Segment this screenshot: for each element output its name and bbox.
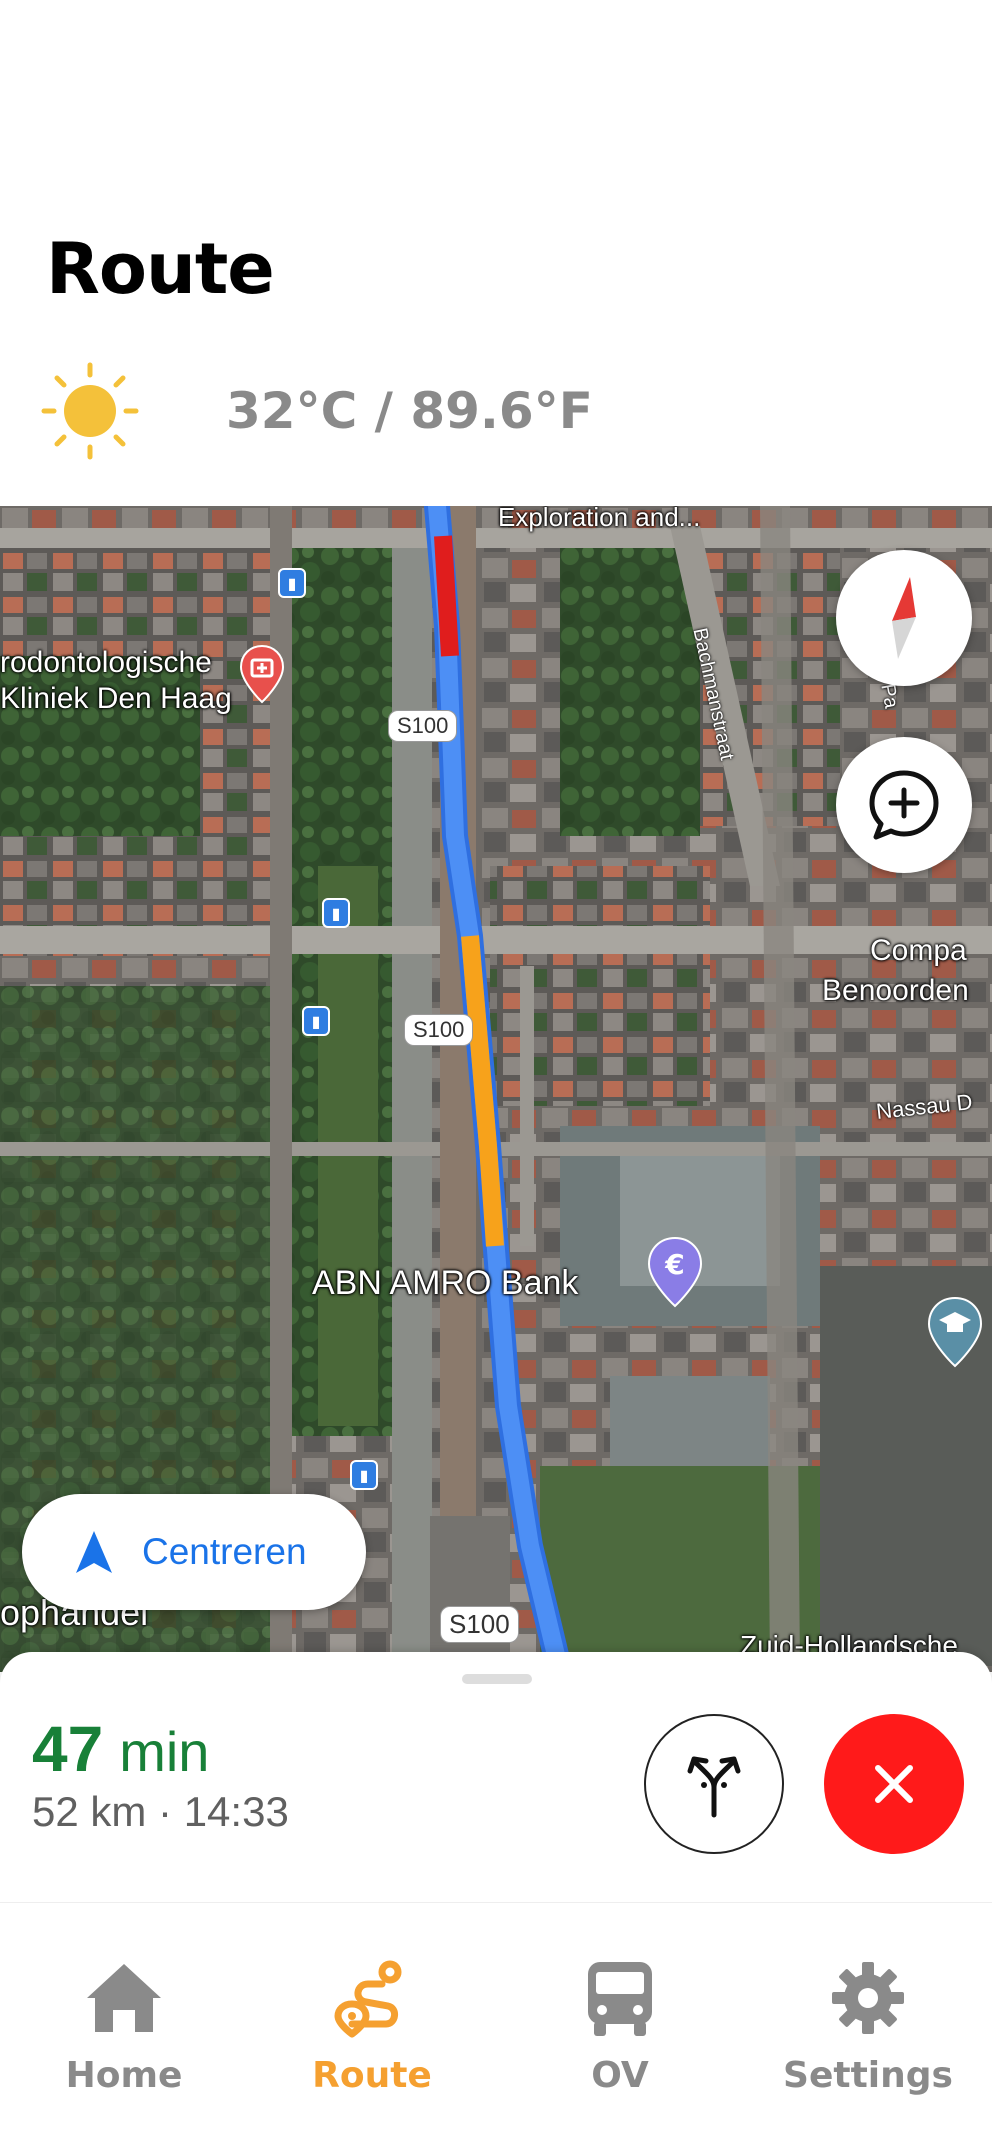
- tab-route-label: Route: [312, 2055, 432, 2096]
- map-label-company: Compa: [870, 934, 967, 967]
- add-report-icon: [869, 770, 939, 840]
- weather-widget: 32°C / 89.6°F: [38, 356, 593, 466]
- weather-temperature: 32°C / 89.6°F: [226, 382, 593, 440]
- road-shield: S100: [388, 710, 458, 742]
- map-label-top: Exploration and...: [498, 506, 701, 532]
- tram-stop-icon[interactable]: ▮: [322, 898, 350, 928]
- tab-settings[interactable]: Settings: [744, 1953, 992, 2096]
- map-label-company-2: Benoorden: [822, 974, 969, 1007]
- center-button[interactable]: Centreren: [22, 1494, 366, 1610]
- tab-ov[interactable]: OV: [496, 1953, 744, 2096]
- navigation-arrow-icon: [76, 1531, 112, 1573]
- road-shield: S100: [440, 1606, 519, 1643]
- trip-details: 52 km · 14:33: [32, 1788, 289, 1835]
- route-icon: [334, 1960, 402, 2038]
- sun-icon: [41, 362, 139, 460]
- bus-icon: [588, 1962, 652, 2036]
- tram-stop-icon[interactable]: ▮: [350, 1460, 378, 1490]
- hospital-pin-icon[interactable]: [238, 644, 286, 704]
- close-icon: [875, 1765, 913, 1803]
- bottom-tab-bar: Home Route OV Settings: [0, 1902, 992, 2147]
- trip-summary-sheet[interactable]: 47 min 52 km · 14:33: [0, 1652, 992, 1902]
- school-pin-icon[interactable]: [926, 1296, 984, 1368]
- tram-stop-icon[interactable]: ▮: [278, 568, 306, 598]
- center-button-label: Centreren: [142, 1531, 307, 1572]
- map-label-clinic-2: Kliniek Den Haag: [0, 682, 232, 715]
- map-label-bank: ABN AMRO Bank: [312, 1264, 579, 1302]
- tab-home[interactable]: Home: [0, 1953, 248, 2096]
- eta-duration-value: 47: [32, 1713, 104, 1785]
- sheet-drag-handle[interactable]: [462, 1674, 532, 1684]
- tram-stop-icon[interactable]: ▮: [302, 1006, 330, 1036]
- add-report-button[interactable]: [836, 737, 972, 873]
- tab-settings-label: Settings: [783, 2055, 953, 2096]
- eta-duration: 47 min: [32, 1712, 209, 1786]
- gear-icon: [832, 1962, 904, 2034]
- eta-duration-unit: min: [119, 1720, 210, 1783]
- home-icon: [87, 1964, 161, 2032]
- cancel-route-button[interactable]: [824, 1714, 964, 1854]
- tab-home-label: Home: [65, 2055, 183, 2096]
- compass-icon: [892, 577, 916, 659]
- compass-button[interactable]: [836, 550, 972, 686]
- route-split-icon: [687, 1756, 741, 1818]
- tab-route[interactable]: Route: [248, 1953, 496, 2096]
- header: Route 32°C / 89.6°F: [0, 0, 992, 506]
- alternative-routes-button[interactable]: [644, 1714, 784, 1854]
- page-title: Route: [46, 228, 275, 310]
- road-shield: S100: [404, 1014, 474, 1046]
- tab-ov-label: OV: [591, 2055, 649, 2096]
- street-label-pa: Pa: [876, 682, 903, 710]
- map-label-clinic: rodontologische: [0, 646, 212, 679]
- svg-text:€: €: [664, 1248, 684, 1281]
- bank-pin-icon[interactable]: €: [646, 1236, 704, 1308]
